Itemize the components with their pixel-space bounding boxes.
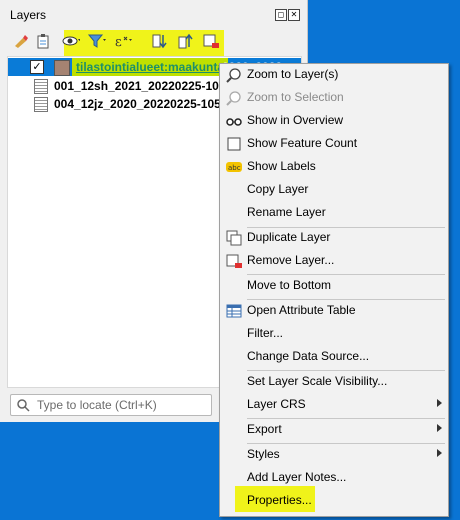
menu-item-properties[interactable]: Properties... bbox=[220, 490, 448, 512]
menu-item-remove-layer[interactable]: Remove Layer... bbox=[220, 250, 448, 272]
menu-item-label: Copy Layer bbox=[247, 182, 309, 196]
menu-item-show-labels[interactable]: abc Show Labels bbox=[220, 156, 448, 178]
menu-item-open-attribute-table[interactable]: Open Attribute Table bbox=[220, 300, 448, 322]
duplicate-icon bbox=[226, 230, 242, 246]
layer-symbol-swatch bbox=[54, 60, 70, 76]
menu-item-scale-visibility[interactable]: Set Layer Scale Visibility... bbox=[220, 371, 448, 393]
menu-item-label: Styles bbox=[247, 447, 280, 461]
menu-item-label: Add Layer Notes... bbox=[247, 470, 347, 484]
menu-item-label: Duplicate Layer bbox=[247, 230, 331, 244]
add-group-icon[interactable] bbox=[34, 32, 52, 50]
menu-item-layer-crs[interactable]: Layer CRS bbox=[220, 394, 448, 416]
menu-item-filter[interactable]: Filter... bbox=[220, 323, 448, 345]
menu-item-zoom-to-selection[interactable]: Zoom to Selection bbox=[220, 87, 448, 109]
remove-icon bbox=[226, 253, 242, 269]
collapse-all-icon[interactable] bbox=[176, 32, 194, 50]
menu-item-label: Filter... bbox=[247, 326, 284, 340]
checkbox-icon[interactable] bbox=[226, 136, 242, 152]
menu-item-copy-layer[interactable]: Copy Layer bbox=[220, 179, 448, 201]
float-icon[interactable]: ◻ bbox=[275, 9, 287, 21]
menu-item-label: Change Data Source... bbox=[247, 349, 370, 363]
menu-item-label: Layer CRS bbox=[247, 397, 306, 411]
table-icon bbox=[226, 303, 242, 319]
filter-legend-icon[interactable] bbox=[88, 32, 106, 50]
visibility-icon[interactable] bbox=[62, 32, 80, 50]
menu-item-label: Move to Bottom bbox=[247, 278, 332, 292]
layers-toolbar: ε bbox=[10, 30, 300, 52]
menu-item-show-feature-count[interactable]: Show Feature Count bbox=[220, 133, 448, 155]
search-icon bbox=[17, 399, 30, 412]
filter-expression-icon[interactable]: ε bbox=[114, 32, 132, 50]
menu-item-change-data-source[interactable]: Change Data Source... bbox=[220, 346, 448, 368]
menu-item-label: Zoom to Selection bbox=[247, 90, 344, 104]
menu-item-label: Show Feature Count bbox=[247, 136, 358, 150]
menu-item-styles[interactable]: Styles bbox=[220, 444, 448, 466]
menu-item-export[interactable]: Export bbox=[220, 419, 448, 441]
menu-item-label: Show Labels bbox=[247, 159, 316, 173]
zoom-layer-icon bbox=[226, 67, 242, 83]
locator-search[interactable] bbox=[10, 394, 212, 416]
overview-icon bbox=[226, 113, 242, 129]
menu-item-label: Open Attribute Table bbox=[247, 303, 356, 317]
panel-title: Layers bbox=[10, 8, 47, 22]
layer-context-menu: Zoom to Layer(s) Zoom to Selection Show … bbox=[219, 63, 449, 517]
menu-item-duplicate-layer[interactable]: Duplicate Layer bbox=[220, 227, 448, 249]
menu-item-label: Properties... bbox=[247, 493, 312, 507]
expand-all-icon[interactable] bbox=[150, 32, 168, 50]
remove-layer-icon[interactable] bbox=[202, 32, 220, 50]
layer-name[interactable]: tilastointialueet:maakunta bbox=[72, 58, 229, 76]
layer-name[interactable]: 004_12jz_2020_20220225-105 bbox=[54, 95, 221, 113]
close-icon[interactable]: ✕ bbox=[288, 9, 300, 21]
table-layer-icon bbox=[34, 79, 48, 94]
menu-item-add-layer-notes[interactable]: Add Layer Notes... bbox=[220, 467, 448, 489]
svg-text:abc: abc bbox=[228, 164, 241, 172]
zoom-selection-icon bbox=[226, 90, 242, 106]
menu-item-show-in-overview[interactable]: Show in Overview bbox=[220, 110, 448, 132]
menu-item-label: Export bbox=[247, 422, 282, 436]
submenu-arrow-icon bbox=[437, 424, 442, 432]
menu-item-label: Rename Layer bbox=[247, 205, 326, 219]
menu-item-label: Zoom to Layer(s) bbox=[247, 67, 339, 81]
menu-item-label: Remove Layer... bbox=[247, 253, 335, 267]
menu-item-rename-layer[interactable]: Rename Layer bbox=[220, 202, 448, 224]
search-input[interactable] bbox=[35, 396, 209, 414]
layer-name[interactable]: 001_12sh_2021_20220225-10 bbox=[54, 77, 219, 95]
submenu-arrow-icon bbox=[437, 399, 442, 407]
menu-item-move-to-bottom[interactable]: Move to Bottom bbox=[220, 275, 448, 297]
menu-item-label: Show in Overview bbox=[247, 113, 344, 127]
layer-visibility-checkbox[interactable]: ✓ bbox=[30, 60, 44, 74]
table-layer-icon bbox=[34, 97, 48, 112]
menu-item-zoom-to-layer[interactable]: Zoom to Layer(s) bbox=[220, 64, 448, 86]
labels-icon: abc bbox=[226, 159, 242, 175]
menu-item-label: Set Layer Scale Visibility... bbox=[247, 374, 388, 388]
open-layer-styling-icon[interactable] bbox=[12, 32, 30, 50]
svg-text:ε: ε bbox=[115, 35, 122, 49]
submenu-arrow-icon bbox=[437, 449, 442, 457]
